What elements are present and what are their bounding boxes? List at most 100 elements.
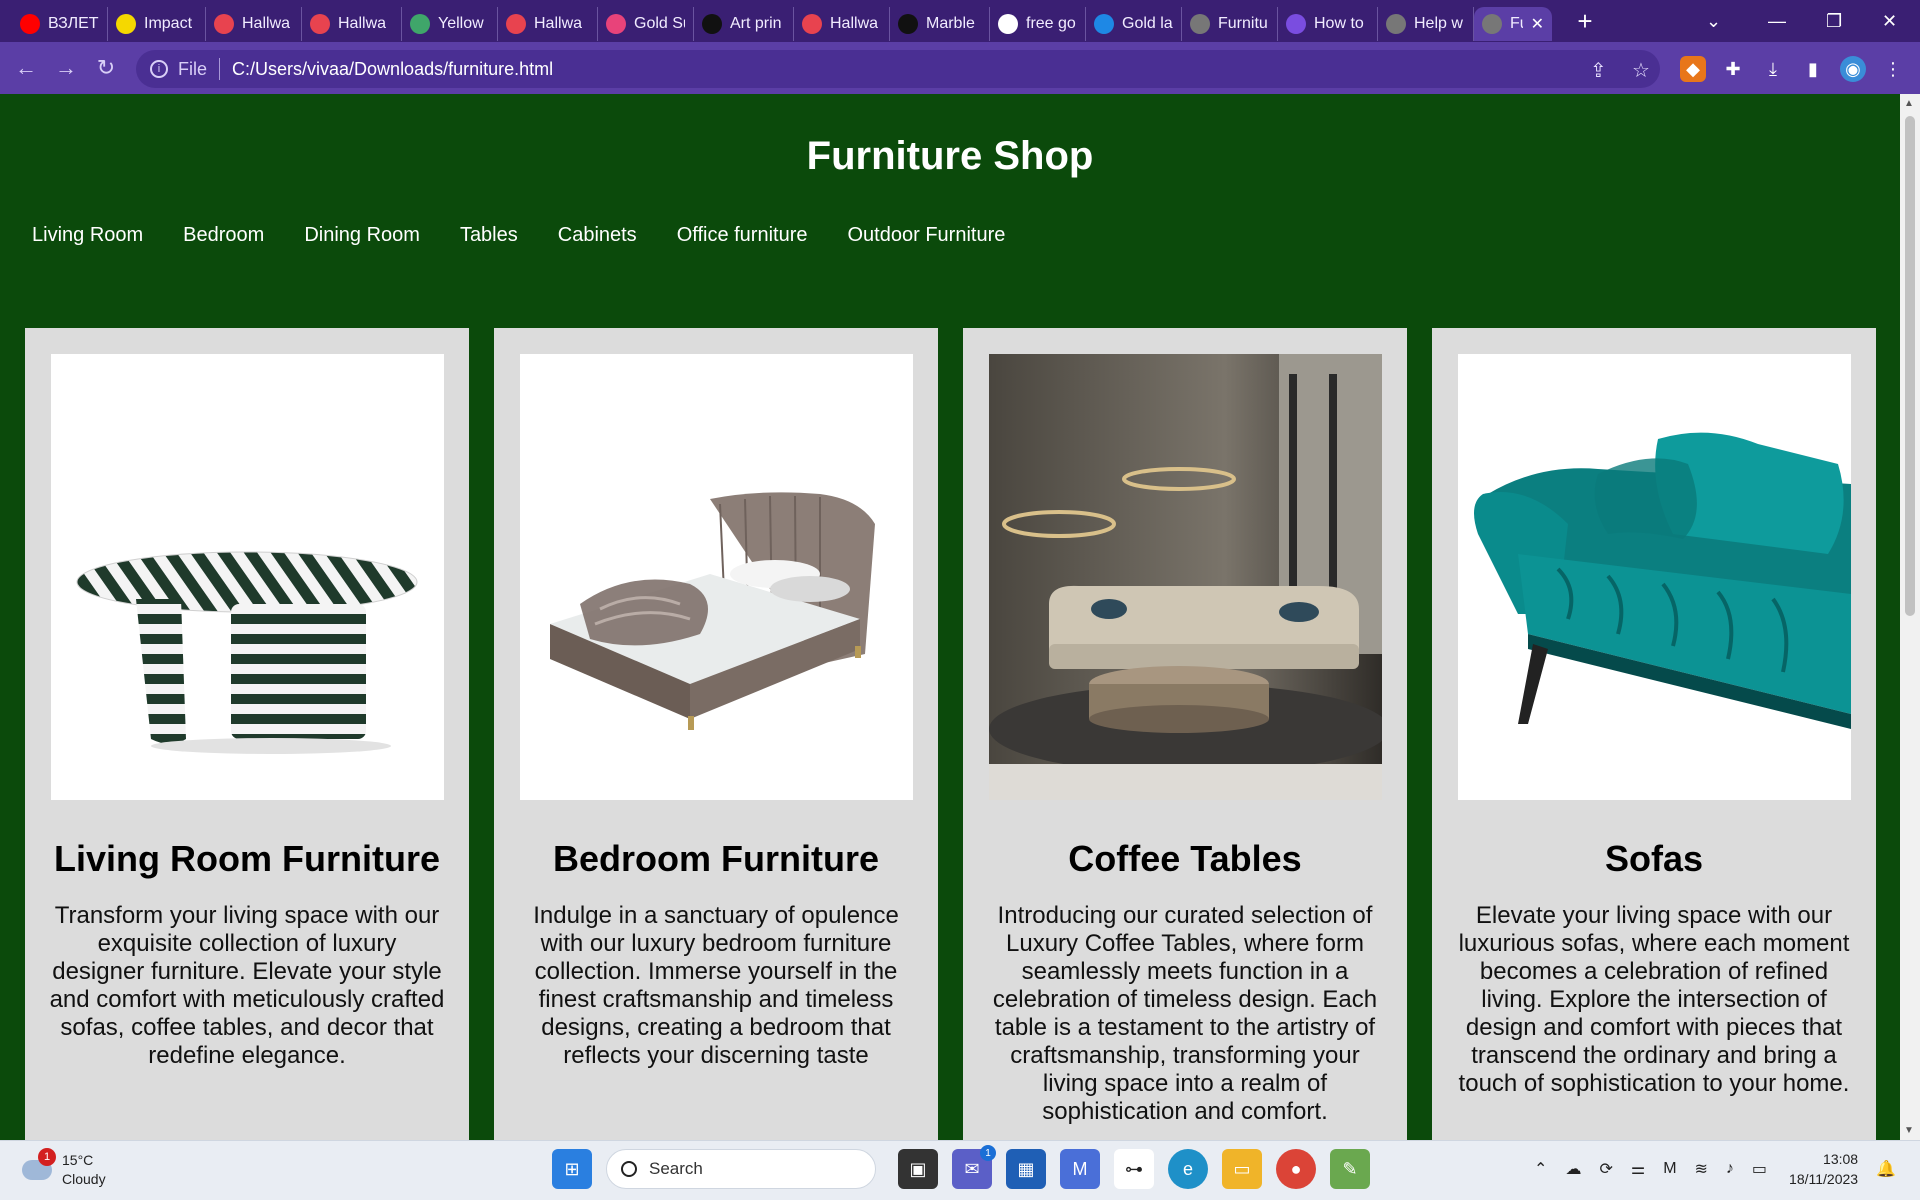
browser-tab[interactable]: How to bbox=[1278, 7, 1378, 41]
edge-icon[interactable]: e bbox=[1168, 1149, 1208, 1189]
bookmark-star-icon[interactable]: ☆ bbox=[1632, 58, 1650, 83]
file-explorer-icon[interactable]: ▭ bbox=[1222, 1149, 1262, 1189]
browser-tab[interactable]: ВЗЛЕТ bbox=[12, 7, 108, 41]
nav-link[interactable]: Living Room bbox=[32, 224, 143, 247]
windows-start-icon[interactable]: ⊞ bbox=[552, 1149, 592, 1189]
browser-tab[interactable]: Hallwa bbox=[302, 7, 402, 41]
new-tab-button[interactable]: + bbox=[1570, 6, 1600, 37]
forward-icon[interactable]: → bbox=[46, 55, 86, 81]
browser-tab[interactable]: Yellow bbox=[402, 7, 498, 41]
chat-icon[interactable]: ✉ 1 bbox=[952, 1145, 996, 1189]
volume-icon[interactable]: ♪ bbox=[1726, 1160, 1734, 1178]
globe-icon bbox=[1482, 14, 1502, 34]
google-icon bbox=[998, 14, 1018, 34]
weather-temp: 15°C bbox=[62, 1152, 94, 1168]
mail-app-icon[interactable]: M bbox=[1060, 1149, 1100, 1189]
scroll-down-icon[interactable]: ▼ bbox=[1904, 1125, 1914, 1136]
weather-condition: Cloudy bbox=[62, 1171, 106, 1187]
card-sofas[interactable]: Sofas Elevate your living space with our… bbox=[1432, 328, 1876, 1140]
browser-tab[interactable]: Hallwa bbox=[498, 7, 598, 41]
back-icon[interactable]: ← bbox=[6, 55, 46, 81]
chat-badge: 1 bbox=[980, 1145, 996, 1161]
browser-tab[interactable]: Hallwa bbox=[794, 7, 890, 41]
profile-avatar[interactable]: ◉ bbox=[1840, 56, 1866, 82]
tray-expand-icon[interactable]: ⌃ bbox=[1534, 1159, 1547, 1179]
browser-tab[interactable]: Fur ✕ bbox=[1474, 7, 1552, 41]
card-bedroom[interactable]: Bedroom Furniture Indulge in a sanctuary… bbox=[494, 328, 938, 1140]
settings-sliders-icon[interactable]: ⚌ bbox=[1631, 1159, 1645, 1179]
onedrive-icon[interactable]: ☁ bbox=[1565, 1159, 1581, 1179]
hallway-icon bbox=[506, 14, 526, 34]
restore-icon[interactable]: ❐ bbox=[1826, 0, 1842, 42]
close-tab-icon[interactable]: ✕ bbox=[1531, 14, 1544, 34]
wifi-icon[interactable]: ≋ bbox=[1695, 1159, 1708, 1179]
browser-tab[interactable]: Help w bbox=[1378, 7, 1474, 41]
how-icon bbox=[1286, 14, 1306, 34]
url-divider bbox=[219, 58, 221, 80]
clock-time: 13:08 bbox=[1823, 1151, 1859, 1167]
card-living-room[interactable]: Living Room Furniture Transform your liv… bbox=[25, 328, 469, 1140]
store-icon[interactable]: ▦ bbox=[1006, 1149, 1046, 1189]
nav-link[interactable]: Bedroom bbox=[183, 224, 264, 247]
side-panel-icon[interactable]: ▮ bbox=[1800, 56, 1826, 82]
youtube-icon bbox=[20, 14, 40, 34]
tab-label: Gold la bbox=[1122, 15, 1173, 32]
nav-link[interactable]: Outdoor Furniture bbox=[848, 224, 1006, 247]
extensions-icon[interactable]: ✚ bbox=[1720, 56, 1746, 82]
tab-label: Hallwa bbox=[534, 15, 583, 32]
hallway-icon bbox=[310, 14, 330, 34]
notepad-icon[interactable]: ✎ bbox=[1330, 1149, 1370, 1189]
browser-tab[interactable]: Gold Su bbox=[598, 7, 694, 41]
site-info-icon[interactable]: i bbox=[150, 60, 168, 78]
taskbar-search[interactable]: Search bbox=[606, 1149, 876, 1189]
chrome-icon[interactable]: ● bbox=[1276, 1149, 1316, 1189]
browser-tab[interactable]: Hallwa bbox=[206, 7, 302, 41]
tab-label: How to bbox=[1314, 15, 1364, 32]
tab-label: ВЗЛЕТ bbox=[48, 15, 99, 32]
card-title: Living Room Furniture bbox=[54, 838, 440, 879]
menu-kebab-icon[interactable]: ⋮ bbox=[1880, 56, 1906, 82]
url-text[interactable]: C:/Users/vivaa/Downloads/furniture.html bbox=[232, 59, 553, 80]
browser-tab[interactable]: Impact bbox=[108, 7, 206, 41]
browser-tab[interactable]: Art prin bbox=[694, 7, 794, 41]
sync-icon[interactable]: ⟳ bbox=[1599, 1159, 1612, 1179]
scroll-up-icon[interactable]: ▲ bbox=[1904, 98, 1914, 109]
page-scrollbar[interactable]: ▲ ▼ bbox=[1900, 94, 1920, 1140]
st-icon bbox=[898, 14, 918, 34]
tab-label: Yellow bbox=[438, 15, 484, 32]
minimize-icon[interactable]: — bbox=[1768, 0, 1786, 42]
metamask-icon[interactable]: ◆ bbox=[1680, 56, 1706, 82]
address-bar[interactable]: i File C:/Users/vivaa/Downloads/furnitur… bbox=[136, 50, 1660, 88]
nav-link[interactable]: Dining Room bbox=[304, 224, 420, 247]
download-icon[interactable]: ⤓ bbox=[1760, 56, 1786, 82]
clock[interactable]: 13:08 18/11/2023 bbox=[1789, 1149, 1858, 1189]
share-icon[interactable]: ⇪ bbox=[1590, 58, 1607, 83]
hallway-icon bbox=[214, 14, 234, 34]
browser-tab[interactable]: Furnitu bbox=[1182, 7, 1278, 41]
card-description: Elevate your living space with our luxur… bbox=[1458, 902, 1850, 1097]
tab-label: Hallwa bbox=[242, 15, 291, 32]
browser-tab[interactable]: Gold la bbox=[1086, 7, 1182, 41]
reload-icon[interactable]: ↻ bbox=[86, 55, 126, 81]
scrollbar-thumb[interactable] bbox=[1905, 116, 1915, 616]
browser-tab[interactable]: free go bbox=[990, 7, 1086, 41]
nav-link[interactable]: Tables bbox=[460, 224, 518, 247]
tab-label: Hallwa bbox=[830, 15, 879, 32]
close-window-icon[interactable]: ✕ bbox=[1882, 0, 1897, 42]
browser-tab[interactable]: Marble bbox=[890, 7, 990, 41]
globe-icon bbox=[1190, 14, 1210, 34]
tab-search-icon[interactable]: ⌄ bbox=[1706, 0, 1721, 42]
nav-link[interactable]: Cabinets bbox=[558, 224, 637, 247]
tab-label: Marble bbox=[926, 15, 975, 32]
nav-link[interactable]: Office furniture bbox=[677, 224, 808, 247]
weather-widget[interactable]: 1 15°C Cloudy bbox=[22, 1148, 106, 1189]
gmail-icon[interactable]: M bbox=[1663, 1160, 1676, 1178]
connect-app-icon[interactable]: ⊶ bbox=[1114, 1149, 1154, 1189]
tab-label: Art prin bbox=[730, 15, 782, 32]
card-coffee-tables[interactable]: Coffee Tables Introducing our curated se… bbox=[963, 328, 1407, 1140]
task-view-icon[interactable]: ▣ bbox=[898, 1149, 938, 1189]
battery-icon[interactable]: ▭ bbox=[1752, 1159, 1767, 1179]
site-title: Furniture Shop bbox=[806, 134, 1094, 178]
notification-bell-icon[interactable]: 🔔 bbox=[1876, 1159, 1896, 1179]
striped-table-image bbox=[51, 354, 444, 800]
